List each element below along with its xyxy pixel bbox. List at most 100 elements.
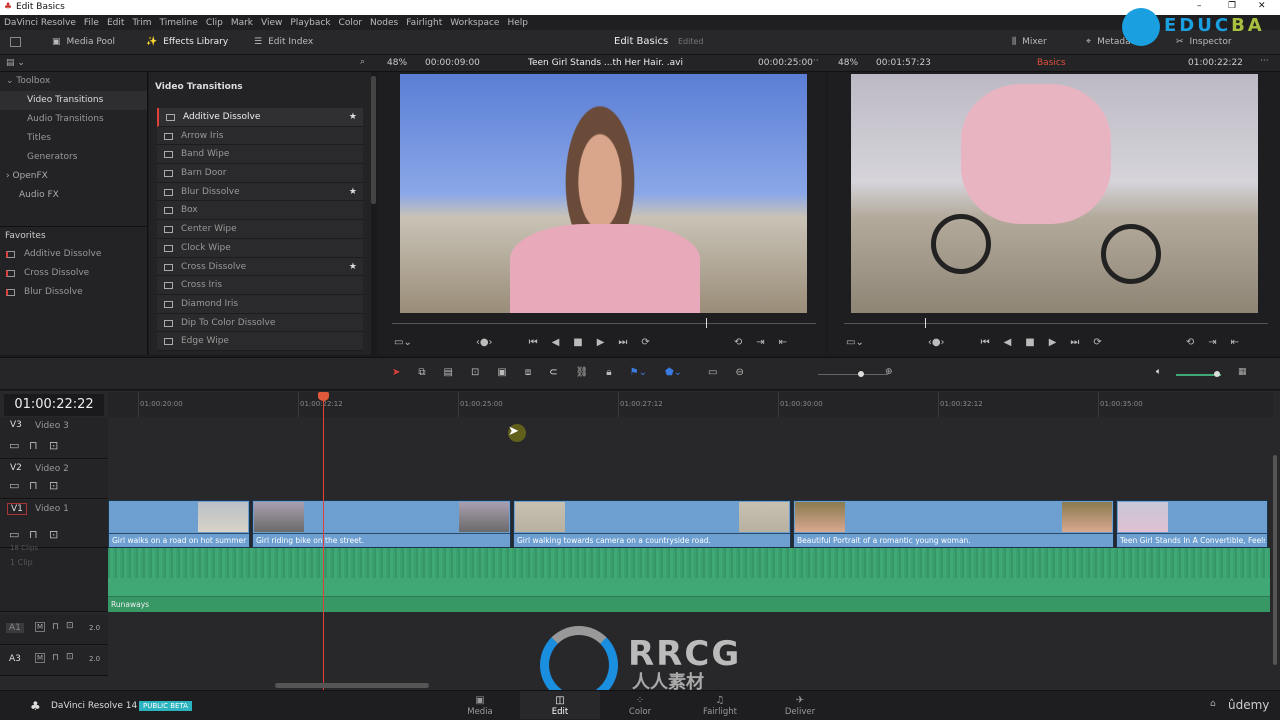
close-button[interactable]: ✕: [1258, 1, 1266, 11]
audio-clip[interactable]: Runaways: [108, 548, 1270, 612]
track-name[interactable]: Video 1: [35, 504, 69, 514]
source-zoom[interactable]: 48%: [387, 58, 407, 68]
timeline-ruler[interactable]: 01:00:20:00 01:00:22:12 01:00:25:00 01:00:2…: [108, 392, 1273, 417]
skip-to-end-icon[interactable]: ⏭: [618, 337, 627, 348]
trim-tool-icon[interactable]: ⧉: [418, 367, 425, 378]
page-tab-fairlight[interactable]: ♫ Fairlight: [680, 695, 760, 717]
menu-trim[interactable]: Trim: [132, 18, 151, 28]
lock-icon[interactable]: ⊓: [52, 622, 59, 632]
favorite-star-icon[interactable]: ★: [349, 108, 357, 127]
play-icon[interactable]: ▶: [1049, 337, 1057, 348]
track-id[interactable]: V3: [7, 420, 25, 430]
zoom-out-icon[interactable]: ⊖: [736, 367, 744, 378]
favorite-item[interactable]: Blur Dissolve: [0, 283, 147, 302]
timeline-horizontal-scrollbar[interactable]: [275, 683, 429, 688]
transition-item[interactable]: Blur Dissolve ★: [157, 182, 363, 202]
transition-item[interactable]: Cross Dissolve ★: [157, 257, 363, 277]
lock-icon[interactable]: ⊓: [52, 653, 59, 663]
more-options-icon[interactable]: ···: [1260, 56, 1269, 66]
viewer-options-icon[interactable]: ▭⌄: [394, 337, 412, 348]
lock-icon[interactable]: ⊓: [29, 479, 38, 492]
stop-icon[interactable]: ■: [1025, 337, 1034, 348]
jog-icon[interactable]: ‹●›: [476, 337, 493, 348]
snapping-icon[interactable]: ⊂: [549, 367, 557, 378]
transition-item[interactable]: Box: [157, 201, 363, 221]
playhead[interactable]: [318, 392, 329, 690]
selection-tool-icon[interactable]: ➤: [392, 367, 400, 378]
video-toggle-icon[interactable]: ▭: [9, 439, 19, 452]
transition-item[interactable]: Edge Wipe: [157, 332, 363, 351]
transition-item[interactable]: Band Wipe: [157, 145, 363, 165]
workspace-toggle[interactable]: [10, 37, 21, 47]
lock-icon[interactable]: ⊓: [29, 528, 38, 541]
mark-out-icon[interactable]: ⇥: [1208, 337, 1216, 348]
more-options-icon[interactable]: ···: [810, 56, 819, 66]
skip-to-start-icon[interactable]: ⏮: [981, 337, 990, 348]
transition-item[interactable]: Cross Iris: [157, 276, 363, 295]
track-name[interactable]: Video 2: [35, 464, 69, 474]
page-tab-deliver[interactable]: ✈ Deliver: [760, 695, 840, 717]
favorite-item[interactable]: Cross Dissolve: [0, 264, 147, 283]
viewer-options-icon[interactable]: ▭⌄: [846, 337, 864, 348]
video-clip[interactable]: Girl walks on a road on hot summer: [108, 500, 250, 548]
track-name[interactable]: Video 3: [35, 421, 69, 431]
replace-clip-icon[interactable]: ⧈: [525, 367, 531, 378]
mark-in-icon[interactable]: ⇤: [779, 337, 787, 348]
transition-item[interactable]: Diamond Iris: [157, 294, 363, 314]
volume-icon[interactable]: 🔈︎: [1156, 367, 1161, 377]
video-toggle-icon[interactable]: ▭: [9, 528, 19, 541]
timeline-zoom[interactable]: 48%: [838, 58, 858, 68]
mute-button[interactable]: M: [35, 622, 46, 632]
track-id[interactable]: V1: [7, 503, 27, 515]
menu-playback[interactable]: Playback: [290, 18, 330, 28]
menu-clip[interactable]: Clip: [206, 18, 223, 28]
volume-slider[interactable]: [1176, 371, 1221, 377]
video-clip[interactable]: Teen Girl Stands In A Convertible, Feels…: [1116, 500, 1268, 548]
favorite-star-icon[interactable]: ★: [349, 183, 357, 202]
transition-item[interactable]: Center Wipe: [157, 220, 363, 239]
transition-item[interactable]: Dip To Color Dissolve: [157, 313, 363, 333]
menu-nodes[interactable]: Nodes: [370, 18, 398, 28]
auto-select-icon[interactable]: ⊡: [49, 528, 58, 541]
minimize-button[interactable]: –: [1197, 1, 1202, 11]
menu-edit[interactable]: Edit: [107, 18, 124, 28]
menu-file[interactable]: File: [84, 18, 99, 28]
home-icon[interactable]: ⌂: [1210, 699, 1216, 709]
track-id[interactable]: A3: [6, 654, 24, 664]
search-icon[interactable]: ⌕: [360, 57, 365, 67]
mute-button[interactable]: M: [35, 653, 46, 663]
mark-in-icon[interactable]: ⇤: [1231, 337, 1239, 348]
play-reverse-icon[interactable]: ◀: [552, 337, 560, 348]
toolbox-header[interactable]: ⌄ Toolbox: [0, 72, 147, 91]
menu-workspace[interactable]: Workspace: [450, 18, 499, 28]
zoom-mode-icon[interactable]: ▭: [708, 367, 717, 378]
maximize-button[interactable]: ❐: [1228, 1, 1236, 11]
marker-icon[interactable]: ⬟⌄: [665, 367, 682, 378]
match-frame-icon[interactable]: ⟲: [1186, 337, 1194, 348]
transition-item[interactable]: Clock Wipe: [157, 238, 363, 258]
transition-item[interactable]: Additive Dissolve ★: [157, 108, 363, 127]
overwrite-clip-icon[interactable]: ▣: [497, 367, 506, 378]
timeline-scrubber[interactable]: [844, 318, 1268, 328]
media-pool-button[interactable]: ▣ Media Pool: [52, 37, 115, 47]
mark-out-icon[interactable]: ⇥: [756, 337, 764, 348]
menu-color[interactable]: Color: [339, 18, 363, 28]
transition-item[interactable]: Barn Door: [157, 164, 363, 183]
lock-icon[interactable]: ⊓: [29, 439, 38, 452]
menu-help[interactable]: Help: [507, 18, 528, 28]
page-tab-edit[interactable]: ◫ Edit: [520, 691, 600, 719]
openfx-item[interactable]: › OpenFX: [0, 167, 147, 186]
audio-meter-icon[interactable]: ▦: [1238, 367, 1247, 377]
track-id[interactable]: V2: [7, 463, 25, 473]
timeline-name[interactable]: Basics: [1037, 58, 1066, 68]
loop-icon[interactable]: ⟳: [1093, 337, 1101, 348]
menu-timeline[interactable]: Timeline: [160, 18, 198, 28]
menu-fairlight[interactable]: Fairlight: [406, 18, 442, 28]
skip-to-start-icon[interactable]: ⏮: [529, 337, 538, 348]
link-icon[interactable]: ⛓: [576, 367, 589, 378]
auto-select-icon[interactable]: ⊡: [66, 652, 74, 662]
panel-layout-icon[interactable]: ▤ ⌄: [6, 58, 25, 68]
zoom-in-icon[interactable]: ⊕: [885, 367, 893, 377]
insert-clip-icon[interactable]: ⊡: [471, 367, 479, 378]
menu-davinci-resolve[interactable]: DaVinci Resolve: [4, 18, 76, 28]
